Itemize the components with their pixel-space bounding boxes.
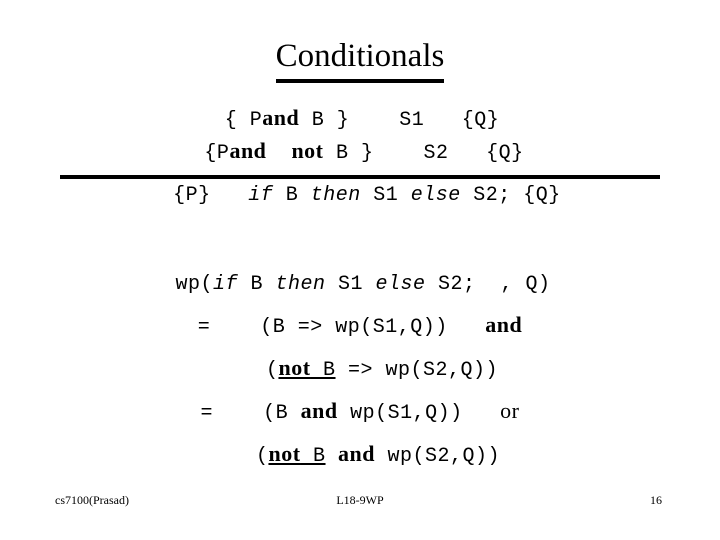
wp4-gap-2 xyxy=(463,402,501,425)
wp5-open-paren: ( xyxy=(255,445,269,468)
premise2-statement: S2 xyxy=(423,142,449,165)
wp1-condition: B xyxy=(237,273,276,296)
wp5-and-keyword: and xyxy=(338,441,376,466)
wp-line-4: = (B and wp(S1,Q)) or xyxy=(0,391,720,434)
conclusion-if-keyword: if xyxy=(248,184,274,207)
premise1-statement: S1 xyxy=(399,109,425,132)
wp2-gap xyxy=(210,316,260,339)
wp1-else-keyword: else xyxy=(375,273,426,296)
wp1-then-statement: S1 xyxy=(325,273,376,296)
premise2-open-brace: { xyxy=(204,142,217,165)
wp-line-2: = (B => wp(S1,Q)) and xyxy=(0,305,720,348)
inference-rule: { Pand B } S1 {Q} {Pand not B } S2 {Q} {… xyxy=(0,103,720,211)
premise1-postcondition: {Q} xyxy=(461,109,500,132)
conclusion-else-statement: S2; xyxy=(460,184,524,207)
wp-line-1: wp(if B then S1 else S2; , Q) xyxy=(0,265,720,305)
wp3-not-keyword: not xyxy=(278,355,311,380)
conclusion-then-keyword: then xyxy=(310,184,361,207)
footer-lecture-label: L18-9WP xyxy=(336,493,384,507)
wp1-head: wp( xyxy=(175,273,213,296)
wp1-if-keyword: if xyxy=(212,273,238,296)
wp3-open-paren: ( xyxy=(265,359,279,382)
conclusion-postcondition: {Q} xyxy=(523,184,561,207)
wp2-gap-2 xyxy=(448,316,486,339)
premise2-gap-2 xyxy=(449,142,487,165)
wp3-rest: => wp(S2,Q)) xyxy=(335,359,499,382)
conclusion-precondition: {P} xyxy=(173,184,211,207)
premise2-gap-1 xyxy=(374,142,424,165)
premise2-condition-b: B } xyxy=(323,142,374,165)
wp2-implication: (B => wp(S1,Q)) xyxy=(260,316,448,339)
wp4-and-keyword: and xyxy=(300,398,338,423)
wp2-equals: = xyxy=(197,316,211,339)
page-title: Conditionals xyxy=(275,36,445,83)
wp4-or-keyword: or xyxy=(500,398,520,423)
premise1-and-keyword: and xyxy=(262,105,300,130)
premise2-precondition-p: P xyxy=(216,142,230,165)
title-container: Conditionals xyxy=(0,36,720,83)
conclusion-else-keyword: else xyxy=(410,184,461,207)
wp-line-5: (not B and wp(S2,Q)) xyxy=(0,434,720,477)
wp-derivation: wp(if B then S1 else S2; , Q) = (B => wp… xyxy=(0,265,720,477)
wp5-condition: B xyxy=(300,445,326,468)
premise1-precondition-p: P xyxy=(249,109,263,132)
slide-footer: cs7100(Prasad) L18-9WP 16 xyxy=(0,492,720,512)
rule-premise-second: {Pand not B } S2 {Q} xyxy=(0,136,720,169)
wp5-not-keyword: not xyxy=(268,441,301,466)
wp5-rest: wp(S2,Q)) xyxy=(375,445,501,468)
conclusion-gap xyxy=(211,184,249,207)
wp1-tail: , Q) xyxy=(488,273,551,296)
wp4-expr-rest: wp(S1,Q)) xyxy=(337,402,463,425)
wp1-else-statement: S2; xyxy=(425,273,489,296)
premise2-not-keyword: not xyxy=(291,138,324,163)
slide-canvas: Conditionals { Pand B } S1 {Q} {Pand not… xyxy=(0,0,720,540)
wp4-expr-open: (B xyxy=(263,402,301,425)
premise1-open-brace: { xyxy=(224,109,250,132)
premise2-postcondition: {Q} xyxy=(486,142,524,165)
wp4-gap xyxy=(213,402,263,425)
rule-conclusion: {P} if B then S1 else S2; {Q} xyxy=(0,181,720,211)
wp2-and-keyword: and xyxy=(485,312,523,337)
premise1-condition-b: B } xyxy=(299,109,350,132)
premise1-gap-2 xyxy=(424,109,462,132)
premise1-gap-1 xyxy=(349,109,399,132)
rule-premise-first: { Pand B } S1 {Q} xyxy=(0,103,720,136)
footer-page-number: 16 xyxy=(650,493,662,507)
wp5-gap xyxy=(326,445,339,468)
wp-line-3: (not B => wp(S2,Q)) xyxy=(0,348,720,391)
wp1-then-keyword: then xyxy=(275,273,326,296)
wp3-condition: B xyxy=(310,359,336,382)
conclusion-then-statement: S1 xyxy=(360,184,411,207)
inference-rule-bar xyxy=(60,175,660,179)
wp4-equals: = xyxy=(200,402,214,425)
premise2-and-keyword: and xyxy=(229,138,267,163)
conclusion-condition: B xyxy=(273,184,311,207)
